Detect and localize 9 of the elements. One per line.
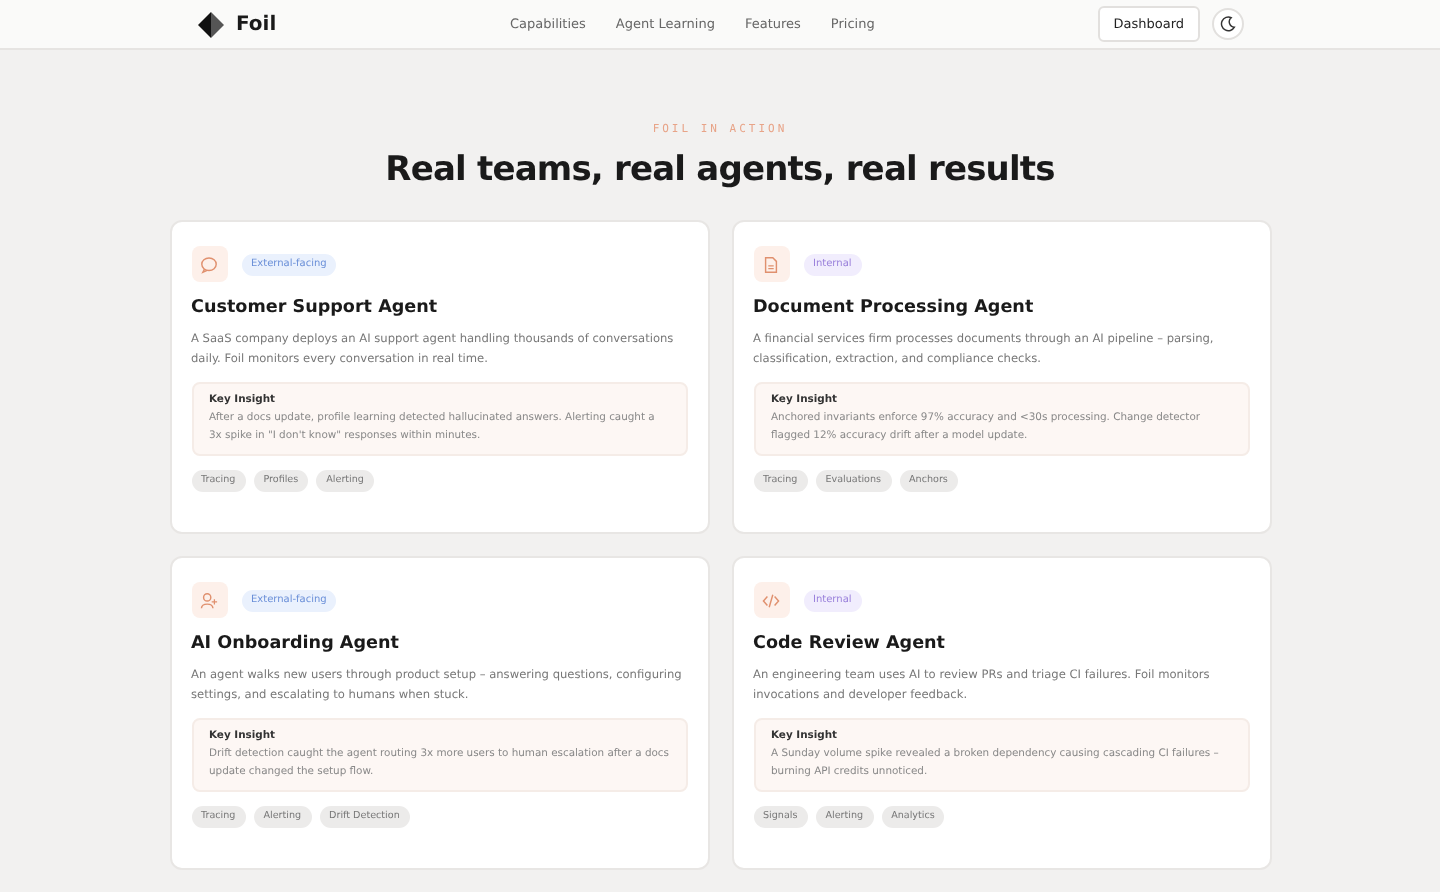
section-title: Real teams, real agents, real results	[385, 150, 1055, 190]
brand-name[interactable]: Foil	[236, 13, 277, 35]
card-title: Document Processing Agent	[753, 298, 1036, 318]
theme-toggle-button[interactable]	[1212, 8, 1244, 40]
diamond-logo-icon	[198, 11, 224, 37]
card-title: Code Review Agent	[753, 634, 948, 654]
moon-icon	[1220, 16, 1236, 32]
card-title: AI Onboarding Agent	[191, 634, 401, 654]
card-title: Customer Support Agent	[191, 298, 440, 318]
